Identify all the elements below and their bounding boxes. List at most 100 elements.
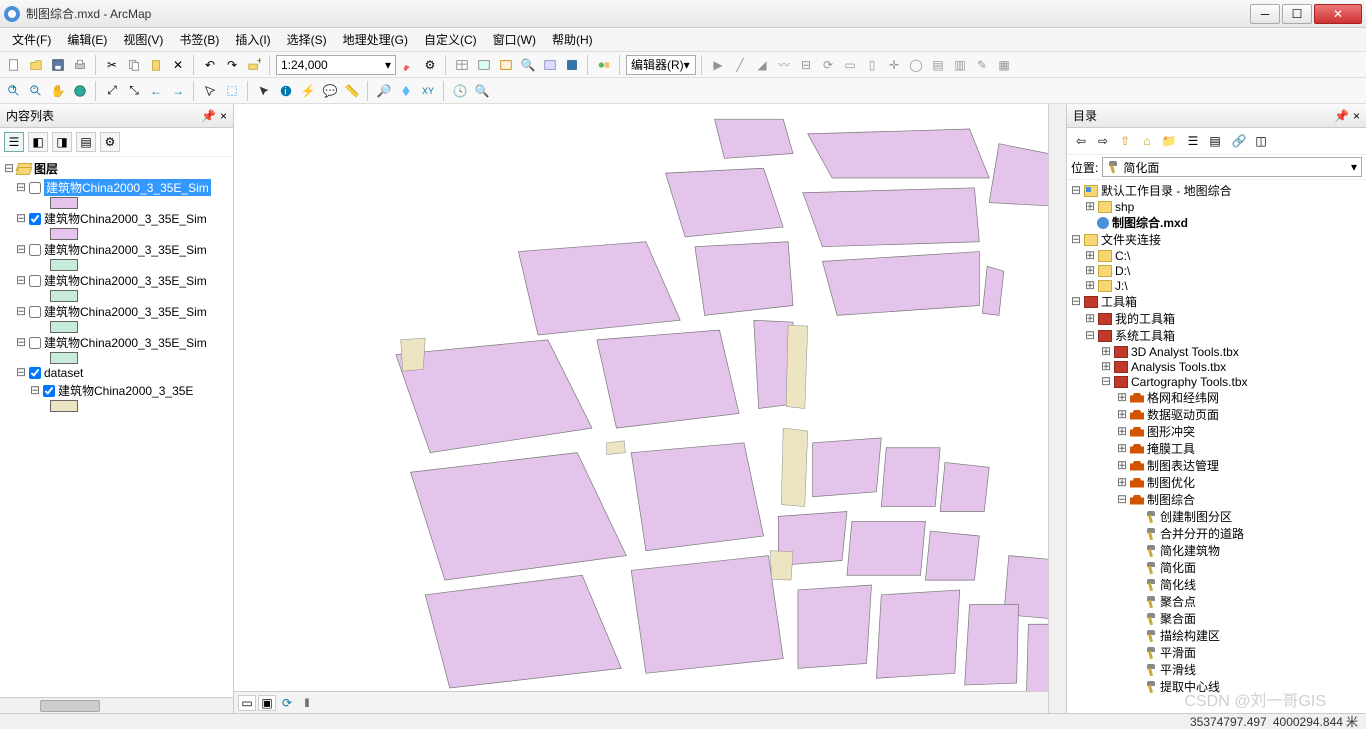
pin-icon[interactable]: 📌 [1334,109,1349,123]
edit-sketch-icon[interactable]: ▥ [950,55,970,75]
map-canvas[interactable]: ▭ ▣ ⟳ ‖ [234,104,1048,713]
menu-bookmarks[interactable]: 书签(B) [171,29,227,50]
tree-item[interactable]: ⊞D:\ [1069,263,1364,278]
toc-layer[interactable]: ⊟建筑物China2000_3_35E_Sim [2,271,231,290]
tree-item[interactable]: 工具箱 [1101,293,1137,310]
maximize-button[interactable]: ☐ [1282,4,1312,24]
toc-tree[interactable]: ⊟ 图层 ⊟建筑物China2000_3_35E_Sim⊟建筑物China200… [0,157,233,697]
forward-icon[interactable]: ⇨ [1093,131,1113,151]
toc-layer[interactable]: ⊟建筑物China2000_3_35E_Sim [2,240,231,259]
edit-annot-icon[interactable]: ✎ [972,55,992,75]
dataset-checkbox[interactable] [29,367,41,379]
tree-item[interactable]: ⊞制图优化 [1069,474,1364,491]
select-element-icon[interactable] [254,81,274,101]
menu-edit[interactable]: 编辑(E) [59,29,115,50]
arcsearch-icon[interactable] [540,55,560,75]
next-extent-icon[interactable]: → [168,81,188,101]
open-icon[interactable] [26,55,46,75]
viewer-window-icon[interactable]: 🔍 [472,81,492,101]
menu-file[interactable]: 文件(F) [4,29,59,50]
tree-item[interactable]: ⊞制图表达管理 [1069,457,1364,474]
edit-rotate-icon[interactable]: ⟳ [818,55,838,75]
new-folder-icon[interactable]: 📁 [1159,131,1179,151]
pin-icon[interactable]: 📌 [201,109,216,123]
back-icon[interactable]: ⇦ [1071,131,1091,151]
tree-item[interactable]: ⊞掩膜工具 [1069,440,1364,457]
dataset-child-checkbox[interactable] [43,385,55,397]
menu-selection[interactable]: 选择(S) [279,29,335,50]
layer-checkbox[interactable] [29,182,41,194]
close-panel-icon[interactable]: × [1353,109,1360,123]
python-icon[interactable] [562,55,582,75]
paste-icon[interactable] [146,55,166,75]
list-by-visibility-icon[interactable]: ◨ [52,132,72,152]
list-by-source-icon[interactable]: ◧ [28,132,48,152]
copy-icon[interactable] [124,55,144,75]
tree-tool[interactable]: 合并分开的道路 [1069,525,1364,542]
close-button[interactable]: ✕ [1314,4,1362,24]
editor-toolbar-icon[interactable] [398,55,418,75]
pan-icon[interactable]: ✋ [48,81,68,101]
tree-tool[interactable]: 描绘构建区 [1069,627,1364,644]
tree-tool[interactable]: 聚合点 [1069,593,1364,610]
tree-item[interactable]: ⊞格网和经纬网 [1069,389,1364,406]
edit-circle-icon[interactable]: ◯ [906,55,926,75]
tree-item[interactable]: 文件夹连接 [1101,231,1161,248]
tree-item[interactable]: ⊞图形冲突 [1069,423,1364,440]
tree-item[interactable]: ⊟制图综合 [1069,491,1364,508]
delete-icon[interactable]: ✕ [168,55,188,75]
connect-folder-icon[interactable]: 🔗 [1229,131,1249,151]
layer-checkbox[interactable] [29,275,41,287]
tree-item[interactable]: ⊟Cartography Tools.tbx [1069,374,1364,389]
menu-insert[interactable]: 插入(I) [227,29,278,50]
menu-geoprocessing[interactable]: 地理处理(G) [335,29,416,50]
select-features-icon[interactable] [200,81,220,101]
edit-vertex-icon[interactable]: ◢ [752,55,772,75]
modelbuilder-icon[interactable] [594,55,614,75]
tree-item[interactable]: 制图综合.mxd [1112,214,1188,231]
edit-more-icon[interactable]: ▦ [994,55,1014,75]
tree-item[interactable]: ⊞J:\ [1069,278,1364,293]
tree-item[interactable]: ⊞3D Analyst Tools.tbx [1069,344,1364,359]
toc-layer[interactable]: ⊟建筑物China2000_3_35E_Sim [2,302,231,321]
close-panel-icon[interactable]: × [220,109,227,123]
minimize-button[interactable]: ─ [1250,4,1280,24]
tree-item[interactable]: ⊞C:\ [1069,248,1364,263]
catalog-tree[interactable]: ⊟默认工作目录 - 地图综合 ⊞shp 制图综合.mxd ⊟文件夹连接 ⊞C:\… [1067,180,1366,713]
cut-icon[interactable]: ✂ [102,55,122,75]
up-icon[interactable]: ⇧ [1115,131,1135,151]
toc-layer[interactable]: ⊟建筑物China2000_3_35E_Sim [2,333,231,352]
editor-menu[interactable]: 编辑器(R)▾ [626,55,696,75]
disconnect-icon[interactable]: ◫ [1251,131,1271,151]
refresh-icon[interactable]: ⟳ [278,695,296,711]
toc-layer[interactable]: ⊟建筑物China2000_3_35E_Sim [2,209,231,228]
tree-item[interactable]: 默认工作目录 - 地图综合 [1101,182,1232,199]
menu-view[interactable]: 视图(V) [115,29,171,50]
tree-item[interactable]: 系统工具箱 [1115,327,1175,344]
menu-customize[interactable]: 自定义(C) [416,29,485,50]
tree-item[interactable]: shp [1115,200,1134,214]
tree-tool[interactable]: 简化建筑物 [1069,542,1364,559]
tree-tool[interactable]: 平滑面 [1069,644,1364,661]
map-scrollbar-v[interactable] [1048,104,1066,713]
edit-tool-icon[interactable]: ▶ [708,55,728,75]
edit-cut-icon[interactable]: ╱ [730,55,750,75]
tree-tool[interactable]: 提取中心线 [1069,678,1364,695]
edit-trace2-icon[interactable]: ▯ [862,55,882,75]
undo-icon[interactable]: ↶ [200,55,220,75]
add-data-icon[interactable]: + [244,55,264,75]
tree-tool[interactable]: 简化面 [1069,559,1364,576]
tree-item[interactable]: ⊞数据驱动页面 [1069,406,1364,423]
edit-attrib-icon[interactable]: ▤ [928,55,948,75]
toggle-tree-icon[interactable]: ▤ [1205,131,1225,151]
zoom-out-icon[interactable]: - [26,81,46,101]
home-icon[interactable]: ⌂ [1137,131,1157,151]
options-icon[interactable]: ⚙ [100,132,120,152]
measure-icon[interactable]: 📏 [342,81,362,101]
new-icon[interactable] [4,55,24,75]
toc-dataset[interactable]: ⊟ dataset [2,364,231,381]
tree-item[interactable]: ⊞Analysis Tools.tbx [1069,359,1364,374]
fixed-zoom-out-icon[interactable]: ⤡ [124,81,144,101]
table-icon-2[interactable] [474,55,494,75]
edit-trace-icon[interactable]: ▭ [840,55,860,75]
